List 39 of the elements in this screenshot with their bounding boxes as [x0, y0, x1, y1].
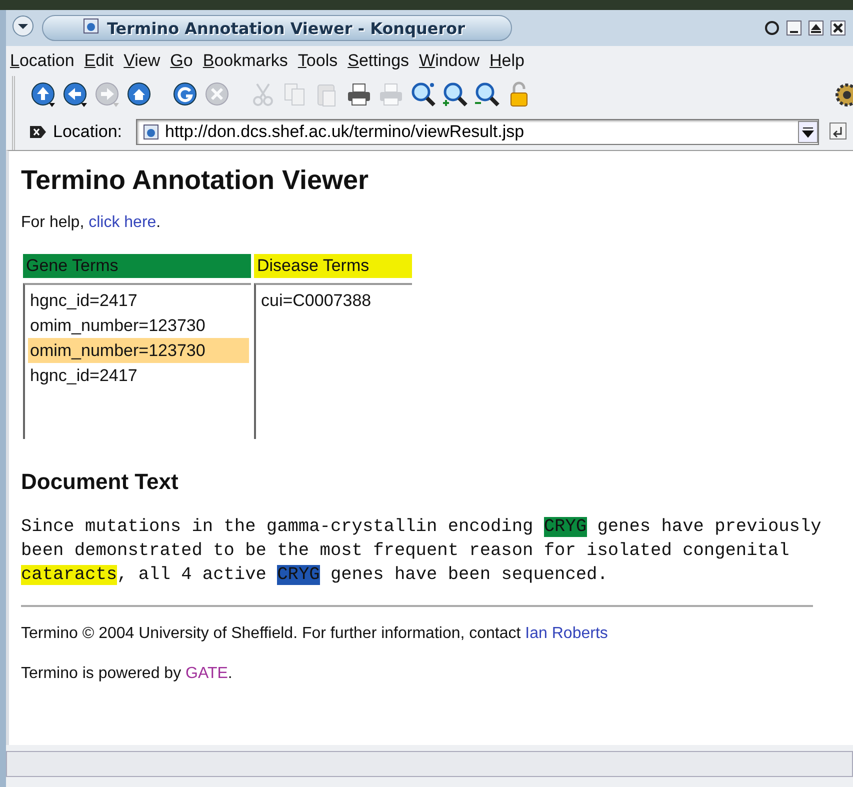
- footer-link[interactable]: GATE: [186, 665, 228, 682]
- menu-item[interactable]: Location: [10, 51, 74, 71]
- zoom-out-icon[interactable]: [473, 81, 501, 109]
- list-item[interactable]: hgnc_id=2417: [28, 363, 249, 388]
- footer-link[interactable]: Ian Roberts: [525, 625, 608, 642]
- up-arrow-icon[interactable]: [29, 81, 57, 109]
- magnifier-icon[interactable]: [409, 81, 437, 109]
- window-title: Termino Annotation Viewer - Konqueror: [107, 18, 466, 38]
- document-text: Since mutations in the gamma-crystallin encoding CRYG genes have previously been demonstrated to be the most frequent reason for isolated congenital cataracts, all 4 active CRYG genes have been sequenced.: [21, 516, 822, 587]
- list-header: Gene Terms: [23, 254, 251, 278]
- close-icon[interactable]: [829, 19, 847, 37]
- menu-item[interactable]: Go: [170, 51, 193, 71]
- list-item[interactable]: hgnc_id=2417: [28, 288, 249, 313]
- list-item[interactable]: omim_number=123730: [28, 338, 249, 363]
- back-arrow-icon[interactable]: [61, 81, 89, 109]
- location-label: Location:: [53, 122, 122, 142]
- minimize-icon[interactable]: [785, 19, 803, 37]
- menu-item[interactable]: Edit: [84, 51, 114, 71]
- menu-item[interactable]: Tools: [298, 51, 338, 71]
- menu-item[interactable]: Bookmarks: [202, 51, 288, 71]
- maximize-icon[interactable]: [807, 19, 825, 37]
- menu-item[interactable]: Help: [490, 51, 524, 71]
- help-link[interactable]: click here: [88, 214, 156, 231]
- help-text: For help, click here.: [21, 214, 162, 232]
- menu-item[interactable]: View: [124, 51, 160, 71]
- page-heading: Termino Annotation Viewer: [21, 165, 370, 196]
- footer-text: Termino © 2004 University of Sheffield. For further information, contact Ian Roberts: [21, 625, 609, 643]
- list-item[interactable]: omim_number=123730: [28, 313, 249, 338]
- section-heading: Document Text: [21, 469, 180, 495]
- list-item[interactable]: cui=C0007388: [259, 288, 410, 313]
- menu-item[interactable]: Settings: [348, 51, 410, 71]
- list-header: Disease Terms: [254, 254, 412, 278]
- page-icon: [143, 124, 159, 140]
- clear-location-icon[interactable]: [29, 125, 47, 139]
- menu-item[interactable]: Window: [419, 51, 480, 71]
- footer-text: Termino is powered by GATE.: [21, 665, 234, 683]
- dropdown-icon[interactable]: [798, 121, 818, 143]
- url-field[interactable]: http://don.dcs.shef.ac.uk/termino/viewResult.jsp: [136, 119, 819, 145]
- zoom-in-icon[interactable]: [441, 81, 469, 109]
